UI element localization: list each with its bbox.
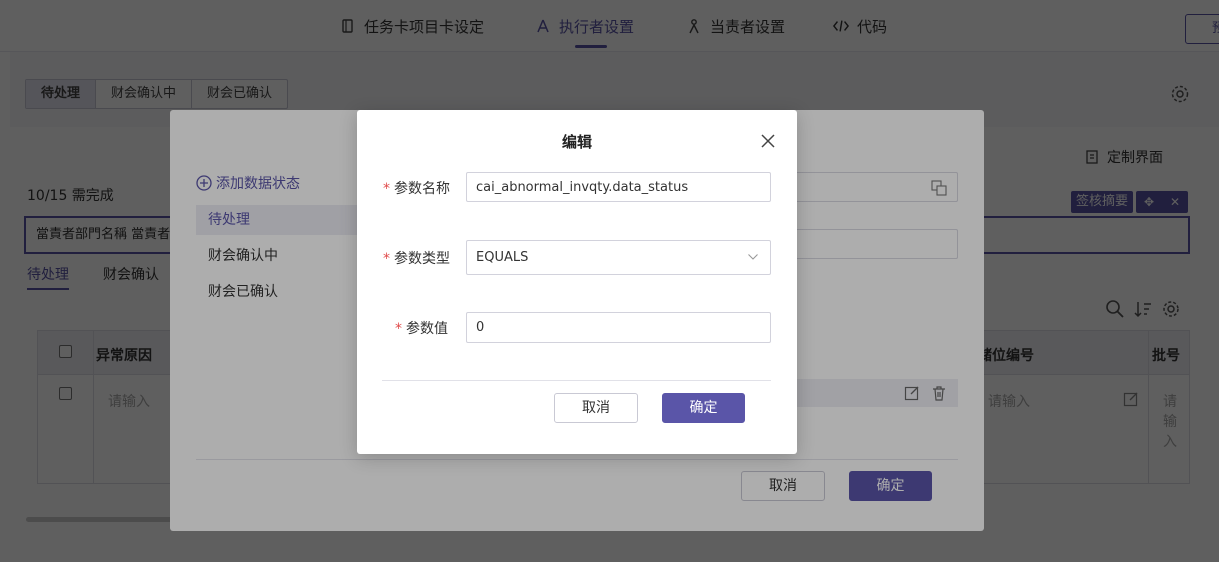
required-mark: * [383, 181, 390, 197]
param-type-label-text: 参数类型 [394, 251, 450, 267]
param-name-label: * 参数名称 [383, 178, 450, 198]
param-value-label-text: 参数值 [406, 321, 448, 337]
close-icon[interactable] [760, 133, 776, 149]
param-value-label: * 参数值 [395, 318, 448, 338]
param-type-label: * 参数类型 [383, 248, 450, 268]
dialog-divider [382, 380, 771, 381]
chevron-down-icon [748, 254, 758, 260]
param-name-label-text: 参数名称 [394, 181, 450, 197]
param-type-value: EQUALS [476, 250, 529, 265]
required-mark: * [383, 251, 390, 267]
param-name-input[interactable] [466, 172, 771, 202]
param-value-input[interactable] [466, 312, 771, 343]
param-type-select[interactable]: EQUALS [466, 240, 771, 275]
edit-dialog: 编辑 *参数名称 *参数类型 EQUALS *参数值 取消 确定 [357, 110, 797, 454]
cancel-button[interactable]: 取消 [554, 393, 638, 423]
confirm-button[interactable]: 确定 [662, 393, 745, 423]
dialog-title: 编辑 [561, 133, 592, 151]
required-mark: * [395, 321, 402, 337]
